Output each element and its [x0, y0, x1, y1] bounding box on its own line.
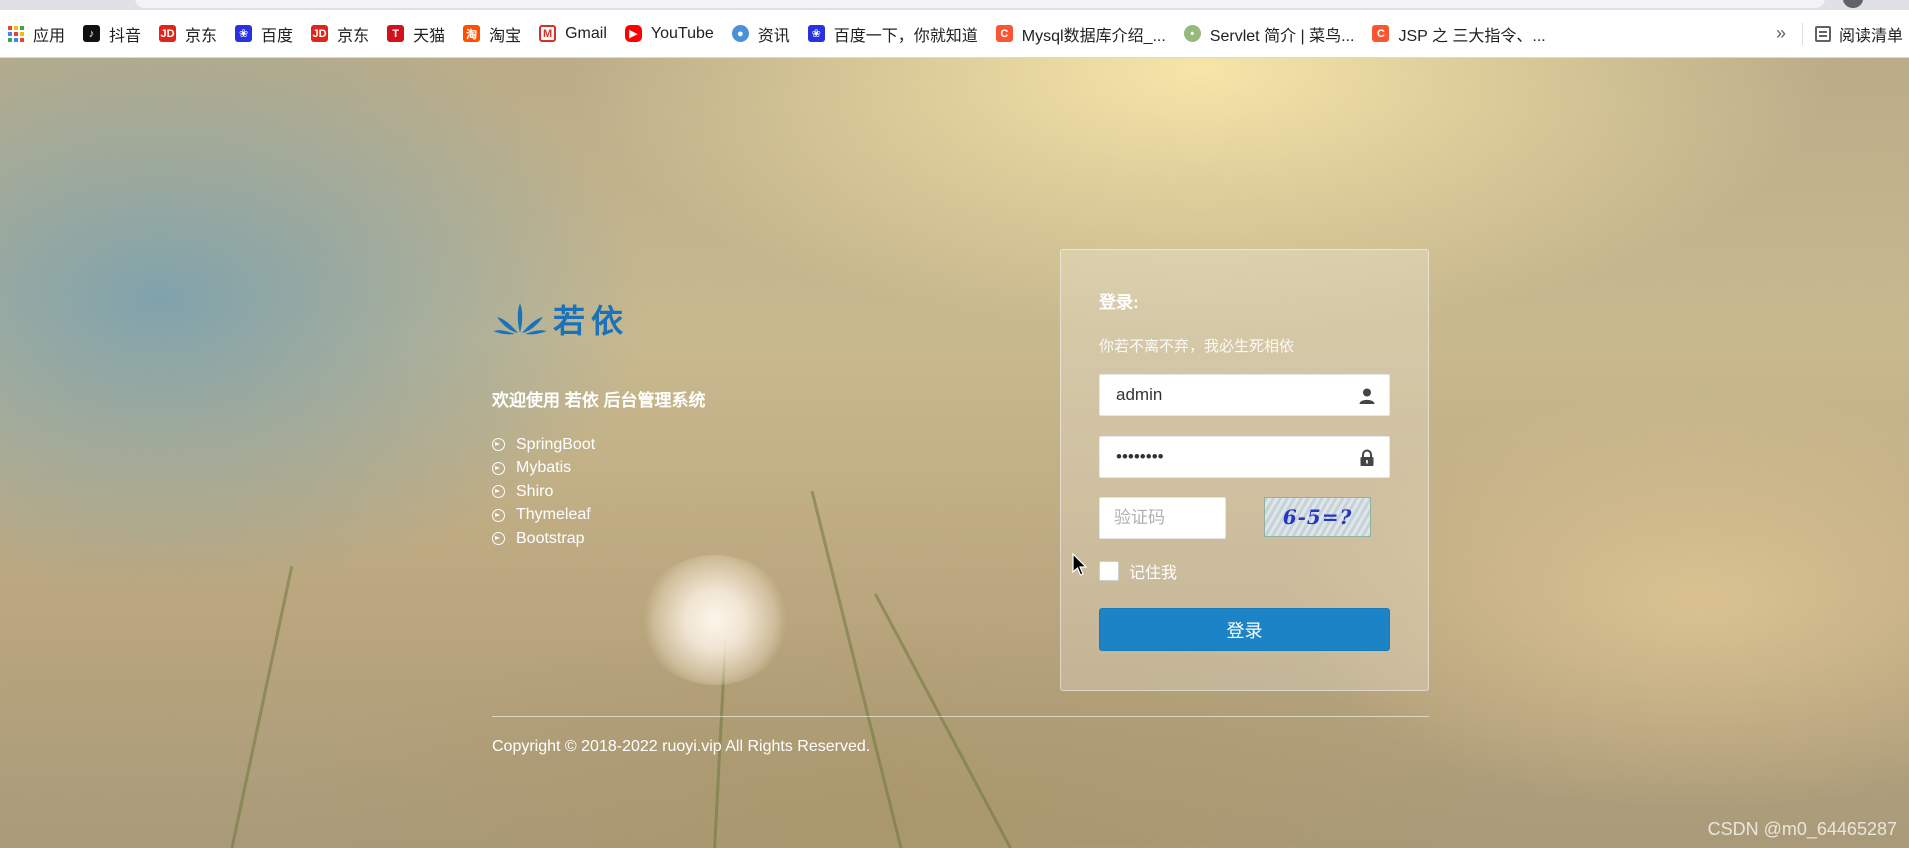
footer-divider	[492, 716, 1429, 717]
baidu-paw-icon: ❀	[235, 25, 253, 42]
address-bar[interactable]	[135, 0, 1825, 8]
login-card: 登录: 你若不离不弃，我必生死相依 6-5=? 记住我 登录	[1060, 249, 1429, 691]
bookmark-label: 百度	[261, 27, 294, 45]
arrow-circle-right-icon	[492, 508, 505, 522]
bookmark-label: 淘宝	[489, 27, 522, 45]
bookmark-label: Mysql数据库介绍_...	[1021, 27, 1166, 45]
bookmark-jd-2[interactable]: JD 京东	[303, 19, 377, 49]
bookmark-news[interactable]: ● 资讯	[724, 19, 798, 49]
bookmark-label: JSP 之 三大指令、...	[1398, 27, 1546, 45]
jd-icon: JD	[311, 25, 329, 42]
bookmark-label: 京东	[337, 27, 370, 45]
feature-item: Bootstrap	[492, 527, 595, 551]
mouse-cursor-icon	[1072, 553, 1088, 576]
arrow-circle-right-icon	[492, 485, 505, 499]
grass-stem	[230, 566, 294, 848]
bookmark-servlet-runoob[interactable]: • Servlet 简介 | 菜鸟...	[1176, 19, 1363, 49]
bookmarks-overflow-button[interactable]: »	[1764, 23, 1798, 44]
leaf-logo-icon	[493, 303, 547, 335]
profile-avatar[interactable]	[1843, 0, 1863, 8]
login-button[interactable]: 登录	[1099, 608, 1390, 651]
copyright-text: Copyright © 2018-2022 ruoyi.vip All Righ…	[492, 738, 871, 755]
reading-list-button[interactable]: 阅读清单	[1809, 22, 1909, 46]
douyin-icon: ♪	[83, 25, 101, 42]
bookmark-douyin[interactable]: ♪ 抖音	[75, 19, 149, 49]
feature-item: Thymeleaf	[492, 504, 595, 528]
csdn-icon: C	[1372, 25, 1390, 42]
bookmark-label: 京东	[185, 27, 218, 45]
login-title: 登录:	[1099, 293, 1139, 312]
reading-list-label: 阅读清单	[1838, 27, 1903, 45]
bookmark-mysql-csdn[interactable]: C Mysql数据库介绍_...	[988, 19, 1174, 49]
feature-label: Thymeleaf	[516, 506, 591, 524]
bookmark-label: 天猫	[413, 27, 446, 45]
feature-item: Shiro	[492, 480, 595, 504]
lock-icon	[1360, 449, 1374, 466]
bookmark-baidu-home[interactable]: ❀ 百度一下，你就知道	[800, 19, 986, 49]
reading-list-icon	[1814, 25, 1831, 42]
logo-text: 若依	[553, 302, 630, 340]
welcome-heading: 欢迎使用 若依 后台管理系统	[492, 391, 706, 410]
bookmark-youtube[interactable]: ▶ YouTube	[617, 19, 722, 49]
bookmark-label: Servlet 简介 | 菜鸟...	[1209, 27, 1355, 45]
password-field-wrapper	[1099, 436, 1390, 478]
arrow-circle-right-icon	[492, 438, 505, 452]
remember-me-checkbox[interactable]	[1099, 561, 1119, 581]
ruoyi-logo: 若依	[493, 296, 643, 342]
jd-icon: JD	[159, 25, 177, 42]
bookmark-label: 百度一下，你就知道	[833, 27, 978, 45]
feature-item: SpringBoot	[492, 433, 595, 457]
bookmark-baidu[interactable]: ❀ 百度	[227, 19, 301, 49]
browser-toolbar-strip	[0, 0, 1909, 10]
bookmark-label: Gmail	[565, 24, 607, 42]
bookmark-label: 应用	[33, 27, 66, 45]
arrow-circle-right-icon	[492, 461, 505, 475]
runoob-icon: •	[1183, 25, 1201, 42]
grass-stem	[874, 593, 1013, 848]
arrow-circle-right-icon	[492, 532, 505, 546]
captcha-image[interactable]: 6-5=?	[1264, 497, 1371, 537]
taobao-icon: 淘	[463, 25, 481, 42]
login-subtitle: 你若不离不弃，我必生死相依	[1099, 338, 1295, 355]
apps-grid-icon	[8, 25, 24, 42]
bookmark-label: 资讯	[757, 27, 790, 45]
remember-me-label: 记住我	[1129, 565, 1178, 582]
csdn-icon: C	[995, 25, 1013, 42]
password-input[interactable]	[1100, 437, 1389, 477]
feature-item: Mybatis	[492, 457, 595, 481]
feature-label: Shiro	[516, 482, 554, 500]
feature-label: Mybatis	[516, 459, 572, 477]
bookmark-apps[interactable]: 应用	[0, 19, 73, 49]
bookmark-label: 抖音	[109, 27, 142, 45]
username-input[interactable]	[1100, 375, 1389, 415]
grass-stem	[810, 490, 903, 848]
feature-label: SpringBoot	[516, 435, 596, 453]
news-icon: ●	[731, 25, 749, 42]
user-icon	[1359, 388, 1375, 404]
remember-me[interactable]: 记住我	[1099, 559, 1177, 583]
bookmarks-bar: 应用 ♪ 抖音 JD 京东 ❀ 百度 JD 京东 T 天猫 淘 淘宝 M Gma…	[0, 10, 1909, 58]
feature-list: SpringBoot Mybatis Shiro Thymeleaf Boots…	[492, 433, 595, 551]
bookmark-tmall[interactable]: T 天猫	[379, 19, 453, 49]
bookmark-gmail[interactable]: M Gmail	[531, 19, 615, 49]
captcha-field-wrapper	[1099, 497, 1226, 539]
csdn-watermark: CSDN @m0_64465287	[1707, 819, 1897, 839]
feature-label: Bootstrap	[516, 529, 585, 547]
tmall-icon: T	[387, 25, 405, 42]
bookmark-label: YouTube	[650, 24, 714, 42]
bookmarks-divider	[1801, 22, 1803, 45]
username-field-wrapper	[1099, 374, 1390, 416]
bookmark-taobao[interactable]: 淘 淘宝	[455, 19, 529, 49]
captcha-input[interactable]	[1100, 498, 1225, 538]
dandelion-decoration	[640, 555, 790, 685]
gmail-icon: M	[539, 25, 557, 42]
bookmark-jd[interactable]: JD 京东	[151, 19, 225, 49]
youtube-icon: ▶	[624, 25, 642, 42]
baidu-paw-icon: ❀	[807, 25, 825, 42]
bookmark-jsp-csdn[interactable]: C JSP 之 三大指令、...	[1364, 19, 1553, 49]
